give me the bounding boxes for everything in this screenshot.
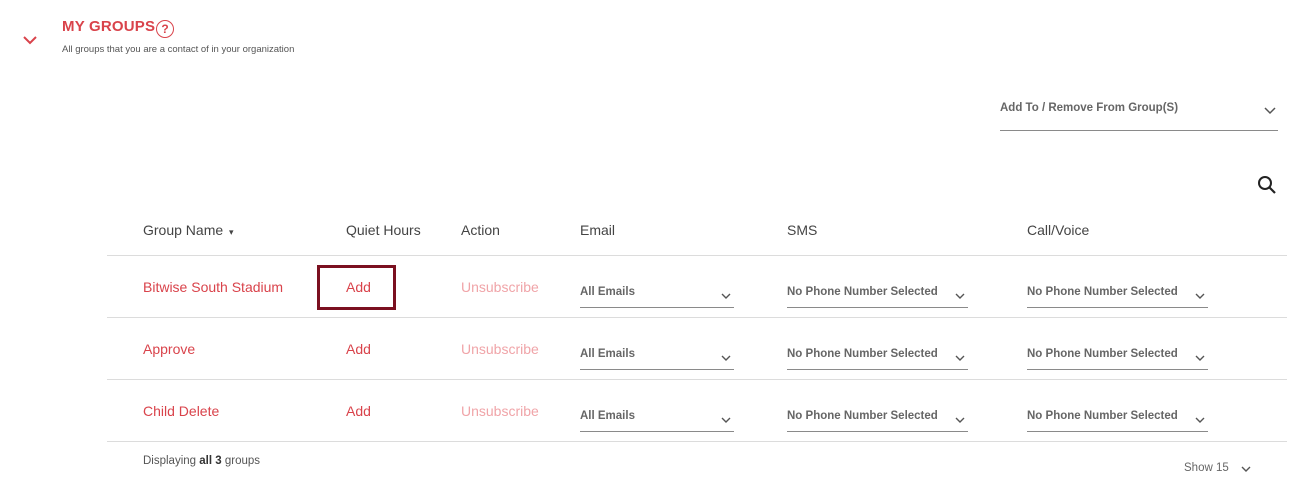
- page-title: MY GROUPS: [62, 18, 156, 35]
- displaying-suffix: groups: [224, 455, 261, 467]
- quiet-hours-add-link[interactable]: Add: [346, 403, 371, 419]
- row-divider: [107, 255, 1287, 256]
- call-voice-dropdown[interactable]: No Phone Number Selected: [1027, 276, 1208, 308]
- displaying-prefix: Displaying: [143, 455, 197, 467]
- page-size-dropdown[interactable]: Show 15: [1184, 458, 1251, 478]
- add-remove-group-label: Add To / Remove From Group(S): [1000, 102, 1179, 114]
- column-header-group-name-label: Group Name: [143, 222, 224, 238]
- collapse-chevron-icon[interactable]: [20, 30, 40, 50]
- chevron-down-icon: [721, 349, 731, 367]
- unsubscribe-link[interactable]: Unsubscribe: [461, 341, 539, 357]
- row-divider: [107, 379, 1287, 380]
- chevron-down-icon: [721, 287, 731, 305]
- focus-highlight-box: [317, 265, 396, 310]
- search-icon[interactable]: [1256, 174, 1278, 196]
- sms-dropdown[interactable]: No Phone Number Selected: [787, 276, 968, 308]
- row-divider: [107, 317, 1287, 318]
- row-divider: [107, 441, 1287, 442]
- chevron-down-icon: [955, 287, 965, 305]
- unsubscribe-link[interactable]: Unsubscribe: [461, 403, 539, 419]
- help-icon[interactable]: ?: [156, 20, 174, 38]
- group-name-link[interactable]: Child Delete: [143, 403, 219, 419]
- column-header-call-voice: Call/Voice: [1027, 222, 1090, 238]
- chevron-down-icon: [1195, 287, 1205, 305]
- page-size-label: Show 15: [1184, 462, 1229, 474]
- chevron-down-icon: [955, 349, 965, 367]
- group-name-link[interactable]: Bitwise South Stadium: [143, 279, 283, 295]
- displaying-count: all 3: [199, 455, 222, 467]
- unsubscribe-link[interactable]: Unsubscribe: [461, 279, 539, 295]
- column-header-quiet-hours: Quiet Hours: [346, 222, 421, 238]
- call-voice-dropdown-value: No Phone Number Selected: [1027, 348, 1178, 360]
- sms-dropdown[interactable]: No Phone Number Selected: [787, 338, 968, 370]
- sms-dropdown[interactable]: No Phone Number Selected: [787, 400, 968, 432]
- chevron-down-icon: [1195, 349, 1205, 367]
- displaying-count-text: Displaying all 3 groups: [143, 455, 260, 467]
- sms-dropdown-value: No Phone Number Selected: [787, 286, 938, 298]
- chevron-down-icon: [955, 411, 965, 429]
- chevron-down-icon: [1264, 102, 1276, 120]
- add-remove-group-dropdown[interactable]: Add To / Remove From Group(S): [1000, 96, 1278, 131]
- chevron-down-icon: [1241, 460, 1251, 478]
- email-dropdown-value: All Emails: [580, 348, 635, 360]
- call-voice-dropdown-value: No Phone Number Selected: [1027, 410, 1178, 422]
- email-dropdown-value: All Emails: [580, 410, 635, 422]
- email-dropdown[interactable]: All Emails: [580, 276, 734, 308]
- page-subtitle: All groups that you are a contact of in …: [62, 44, 295, 55]
- chevron-down-icon: [721, 411, 731, 429]
- column-header-action: Action: [461, 222, 500, 238]
- column-header-group-name[interactable]: Group Name ▾: [143, 222, 234, 238]
- chevron-down-icon: [1195, 411, 1205, 429]
- sort-caret-icon: ▾: [229, 227, 234, 237]
- email-dropdown[interactable]: All Emails: [580, 338, 734, 370]
- sms-dropdown-value: No Phone Number Selected: [787, 410, 938, 422]
- quiet-hours-add-link[interactable]: Add: [346, 341, 371, 357]
- sms-dropdown-value: No Phone Number Selected: [787, 348, 938, 360]
- column-header-sms: SMS: [787, 222, 818, 238]
- email-dropdown[interactable]: All Emails: [580, 400, 734, 432]
- group-name-link[interactable]: Approve: [143, 341, 195, 357]
- email-dropdown-value: All Emails: [580, 286, 635, 298]
- call-voice-dropdown[interactable]: No Phone Number Selected: [1027, 400, 1208, 432]
- call-voice-dropdown-value: No Phone Number Selected: [1027, 286, 1178, 298]
- column-header-email: Email: [580, 222, 616, 238]
- call-voice-dropdown[interactable]: No Phone Number Selected: [1027, 338, 1208, 370]
